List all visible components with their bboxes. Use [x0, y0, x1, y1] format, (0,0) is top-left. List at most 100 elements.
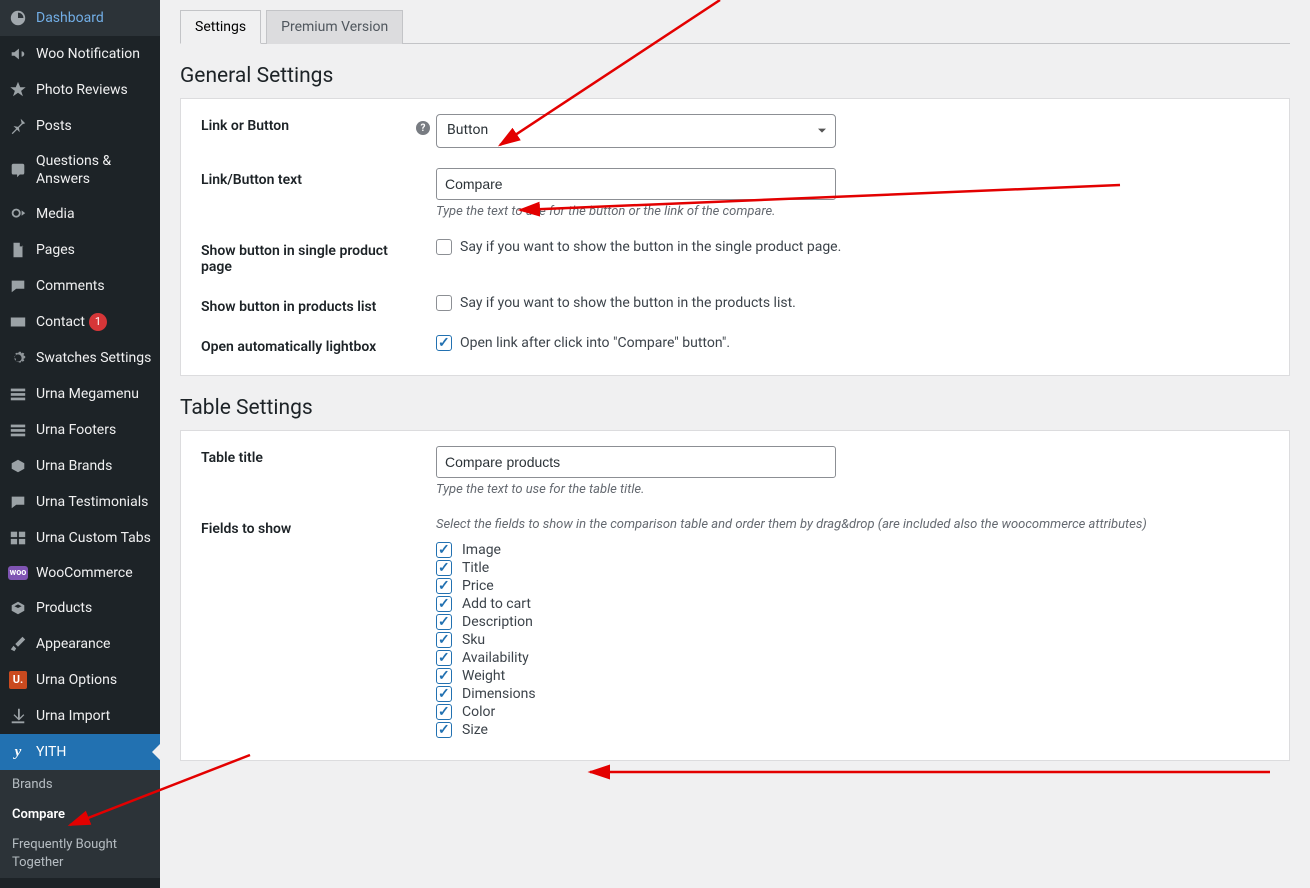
tab-premium[interactable]: Premium Version: [266, 10, 403, 44]
link-or-button-label: Link or Button: [201, 114, 416, 134]
qa-icon: [8, 160, 28, 180]
show-list-checkbox[interactable]: [436, 295, 452, 311]
sidebar-label: Products: [36, 599, 92, 617]
fields-list: Image Title Price Add to cart Descriptio…: [436, 542, 1269, 738]
pin-icon: [8, 116, 28, 136]
show-list-desc: Say if you want to show the button in th…: [460, 295, 796, 311]
sidebar-item-products[interactable]: Products: [0, 590, 160, 626]
sidebar-label: Urna Megamenu: [36, 385, 139, 403]
sidebar-item-media[interactable]: Media: [0, 196, 160, 232]
sidebar-label: Urna Brands: [36, 457, 112, 475]
help-icon[interactable]: ?: [416, 121, 430, 135]
sidebar-item-urna-options[interactable]: U. Urna Options: [0, 662, 160, 698]
field-item[interactable]: Image: [436, 542, 1269, 558]
field-item[interactable]: Price: [436, 578, 1269, 594]
submenu-item-brands[interactable]: Brands: [0, 770, 160, 800]
sidebar-item-woocommerce[interactable]: woo WooCommerce: [0, 556, 160, 590]
sidebar-item-testimonials[interactable]: Urna Testimonials: [0, 484, 160, 520]
field-checkbox[interactable]: [436, 704, 452, 720]
field-item[interactable]: Weight: [436, 668, 1269, 684]
submenu-item-compare[interactable]: Compare: [0, 800, 160, 830]
sidebar-item-comments[interactable]: Comments: [0, 268, 160, 304]
media-icon: [8, 204, 28, 224]
main-content: Settings Premium Version General Setting…: [160, 0, 1310, 888]
sidebar-item-contact[interactable]: Contact 1: [0, 304, 160, 340]
field-item[interactable]: Sku: [436, 632, 1269, 648]
field-item[interactable]: Availability: [436, 650, 1269, 666]
star-icon: [8, 80, 28, 100]
open-lightbox-label: Open automatically lightbox: [201, 335, 416, 355]
field-item[interactable]: Title: [436, 560, 1269, 576]
sidebar-item-brands[interactable]: Urna Brands: [0, 448, 160, 484]
sidebar-label: Swatches Settings: [36, 349, 151, 367]
sidebar-item-woo-notification[interactable]: Woo Notification: [0, 36, 160, 72]
sidebar-submenu: Brands Compare Frequently Bought Togethe…: [0, 770, 160, 878]
import-icon: [8, 706, 28, 726]
field-item[interactable]: Description: [436, 614, 1269, 630]
show-single-desc: Say if you want to show the button in th…: [460, 239, 841, 255]
sidebar-item-urna-import[interactable]: Urna Import: [0, 698, 160, 734]
sidebar-item-photo-reviews[interactable]: Photo Reviews: [0, 72, 160, 108]
sidebar-item-swatches[interactable]: Swatches Settings: [0, 340, 160, 376]
sidebar-label: Contact: [36, 313, 85, 331]
link-or-button-select[interactable]: Button: [436, 114, 836, 148]
sidebar-item-appearance[interactable]: Appearance: [0, 626, 160, 662]
field-checkbox[interactable]: [436, 668, 452, 684]
open-lightbox-desc: Open link after click into "Compare" but…: [460, 335, 730, 351]
sidebar-item-custom-tabs[interactable]: Urna Custom Tabs: [0, 520, 160, 556]
grid-icon: [8, 384, 28, 404]
field-checkbox[interactable]: [436, 560, 452, 576]
sidebar-label: Comments: [36, 277, 105, 295]
submenu-item-fbt[interactable]: Frequently Bought Together: [0, 830, 160, 878]
table-title-desc: Type the text to use for the table title…: [436, 482, 1269, 497]
show-single-label: Show button in single product page: [201, 239, 416, 275]
table-settings-heading: Table Settings: [180, 396, 1290, 420]
sidebar-label: Media: [36, 205, 75, 223]
sidebar-label: Pages: [36, 241, 75, 259]
field-item[interactable]: Size: [436, 722, 1269, 738]
show-list-label: Show button in products list: [201, 295, 416, 315]
link-button-text-desc: Type the text to use for the button or t…: [436, 204, 1269, 219]
field-checkbox[interactable]: [436, 542, 452, 558]
field-checkbox[interactable]: [436, 650, 452, 666]
grid-icon: [8, 420, 28, 440]
tabs-icon: [8, 528, 28, 548]
notification-badge: 1: [89, 313, 107, 331]
field-checkbox[interactable]: [436, 614, 452, 630]
sidebar-item-yith[interactable]: y YITH: [0, 734, 160, 770]
sidebar-item-qa[interactable]: Questions & Answers: [0, 144, 160, 196]
admin-sidebar: Dashboard Woo Notification Photo Reviews…: [0, 0, 160, 888]
sidebar-item-megamenu[interactable]: Urna Megamenu: [0, 376, 160, 412]
field-item[interactable]: Add to cart: [436, 596, 1269, 612]
sidebar-item-pages[interactable]: Pages: [0, 232, 160, 268]
woo-icon: woo: [8, 566, 28, 580]
sidebar-label: Woo Notification: [36, 45, 140, 63]
show-single-checkbox[interactable]: [436, 239, 452, 255]
field-item[interactable]: Color: [436, 704, 1269, 720]
field-checkbox[interactable]: [436, 596, 452, 612]
sidebar-label: Urna Testimonials: [36, 493, 148, 511]
sidebar-item-dashboard[interactable]: Dashboard: [0, 0, 160, 36]
brands-icon: [8, 456, 28, 476]
field-item[interactable]: Dimensions: [436, 686, 1269, 702]
open-lightbox-checkbox[interactable]: [436, 335, 452, 351]
field-checkbox[interactable]: [436, 722, 452, 738]
sidebar-label: Dashboard: [36, 9, 104, 27]
sidebar-item-posts[interactable]: Posts: [0, 108, 160, 144]
brush-icon: [8, 634, 28, 654]
tabs: Settings Premium Version: [180, 10, 1290, 44]
field-checkbox[interactable]: [436, 632, 452, 648]
pages-icon: [8, 240, 28, 260]
field-checkbox[interactable]: [436, 686, 452, 702]
sidebar-label: Urna Footers: [36, 421, 116, 439]
sidebar-label: Urna Options: [36, 671, 117, 689]
tab-settings[interactable]: Settings: [180, 10, 261, 44]
field-checkbox[interactable]: [436, 578, 452, 594]
table-title-input[interactable]: [436, 446, 836, 478]
sidebar-label: Questions & Answers: [36, 152, 152, 188]
sidebar-item-footers[interactable]: Urna Footers: [0, 412, 160, 448]
sidebar-label: YITH: [36, 743, 66, 761]
link-button-text-input[interactable]: [436, 168, 836, 200]
u-icon: U.: [8, 670, 28, 690]
table-title-label: Table title: [201, 446, 416, 466]
